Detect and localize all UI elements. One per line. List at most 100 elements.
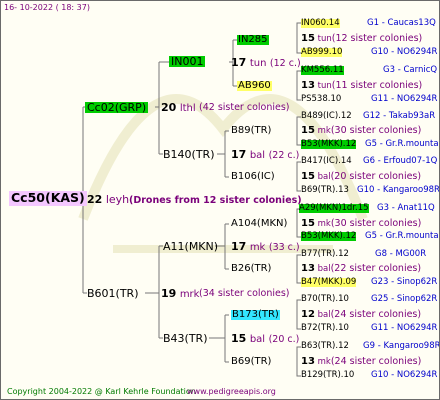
l3-colony-1: tun: [317, 81, 332, 91]
l2-sisters-3: (20 c.): [268, 334, 300, 345]
l3-mating-6: 12 bal(24 sister colonies): [301, 310, 421, 320]
l2-queen-1: B140(TR): [163, 148, 215, 161]
l4-queen-4: B489(IC).12: [301, 111, 352, 121]
copyright: Copyright 2004-2022 @ Karl Kehrle Founda…: [7, 387, 196, 396]
l2-num-1: 17: [231, 148, 247, 161]
l3-num-5: 13: [301, 263, 315, 274]
l1-colony-0: lthl: [179, 103, 196, 114]
l2-sisters-2: (33 c.): [268, 242, 300, 253]
l4-source-15: G10 - NO6294R: [371, 370, 438, 380]
l3-num-3: 15: [301, 171, 315, 182]
l3-queen-1: AB960: [237, 80, 272, 91]
l3-mating-7: 13 mk(24 sister colonies): [301, 357, 421, 367]
l3-num-0: 15: [301, 33, 315, 44]
l4-source-10: G8 - MG00R: [375, 249, 427, 259]
l4-queen-13: B72(TR).10: [301, 323, 349, 333]
l2-sisters-0: (12 c.): [269, 58, 301, 69]
l3-num-4: 15: [301, 218, 315, 229]
l3-queen-3: B106(IC): [231, 171, 275, 182]
l3-num-6: 12: [301, 309, 315, 320]
l3-colony-5: bal: [317, 264, 331, 274]
l2-queen-0: IN001: [169, 55, 206, 68]
root-num: 22: [87, 193, 103, 206]
l3-mating-4: 15 mk(30 sister colonies): [301, 219, 421, 229]
l3-colony-0: tun: [317, 34, 332, 44]
l4-source-8: G3 - Anat11Q: [377, 203, 435, 213]
l2-num-3: 15: [231, 332, 247, 345]
l4-queen-7: B69(TR).13: [301, 185, 349, 195]
l3-sisters-3: (20 sister colonies): [330, 171, 422, 182]
l2-mating-3: 15 bal (20 c.): [231, 333, 299, 345]
l2-num-2: 17: [231, 240, 247, 253]
l3-colony-6: bal: [317, 310, 331, 320]
l4-queen-11: B47(MKK).09: [301, 277, 357, 287]
root-sisters: (Drones from 12 sister colonies): [129, 195, 302, 206]
l2-mating-0: 17 tun (12 c.): [231, 57, 301, 69]
l1-sisters-1: (34 sister colonies): [199, 288, 290, 299]
date-stamp: 16- 10-2022 ( 18: 37): [4, 3, 90, 12]
l2-colony-1: bal: [249, 150, 266, 161]
l3-mating-5: 13 bal(22 sister colonies): [301, 264, 421, 274]
l3-mating-1: 13 tun(11 sister colonies): [301, 81, 422, 91]
l3-sisters-6: (24 sister colonies): [330, 309, 422, 320]
l1-sisters-0: (42 sister colonies): [199, 102, 290, 113]
l2-num-0: 17: [231, 56, 247, 69]
l1-num-0: 20: [161, 101, 177, 114]
l3-queen-4: A104(MKN): [231, 218, 288, 229]
l4-source-0: G1 - Caucas13Q: [367, 18, 436, 28]
l3-queen-6: B173(TR): [231, 309, 280, 320]
l1-colony-1: mrk: [179, 289, 200, 300]
l3-queen-0: IN285: [237, 34, 269, 45]
l3-colony-3: bal: [317, 172, 331, 182]
l1-queen-0: Cc02(GRP): [85, 101, 149, 114]
l3-mating-3: 15 bal(20 sister colonies): [301, 172, 421, 182]
l2-sisters-1: (22 c.): [268, 150, 300, 161]
l1-queen-1: B601(TR): [87, 287, 139, 300]
l3-sisters-2: (30 sister colonies): [330, 125, 422, 136]
l3-queen-7: B69(TR): [231, 356, 272, 367]
l4-source-12: G25 - Sinop62R: [371, 294, 438, 304]
l3-colony-2: mk: [317, 126, 331, 136]
l4-source-14: G9 - Kangaroo98R: [363, 341, 440, 351]
l4-queen-12: B70(TR).10: [301, 294, 349, 304]
l4-source-1: G10 - NO6294R: [371, 47, 438, 57]
l2-mating-2: 17 mk (33 c.): [231, 241, 300, 253]
l4-queen-0: IN060.14: [301, 18, 340, 28]
l4-source-7: G10 - Kangaroo98R: [357, 185, 440, 195]
l4-queen-15: B129(TR).10: [301, 370, 355, 380]
l3-num-1: 13: [301, 80, 315, 91]
root-mating: 22 leyh: [87, 194, 129, 205]
l4-queen-10: B77(TR).12: [301, 249, 349, 259]
root-queen: Cc50(KAS): [9, 190, 87, 206]
l3-sisters-7: (24 sister colonies): [330, 356, 422, 367]
l3-colony-7: mk: [317, 357, 331, 367]
l3-mating-2: 15 mk(30 sister colonies): [301, 126, 421, 136]
l3-queen-5: B26(TR): [231, 263, 272, 274]
l4-queen-9: B53(MKK).12: [301, 231, 357, 241]
l4-queen-1: AB999.10: [301, 47, 343, 57]
l4-queen-8: A29(MKN)1dr.15: [299, 203, 369, 213]
pedigree-chart: 16- 10-2022 ( 18: 37) Cc50(KAS) 22 leyh …: [0, 0, 440, 400]
l4-source-4: G12 - Takab93aR: [363, 111, 436, 121]
root-colony: leyh: [105, 193, 130, 206]
l1-mating-0: 20 lthl: [161, 102, 196, 114]
l2-queen-2: A11(MKN): [163, 240, 219, 253]
l4-source-9: G5 - Gr.R.mounta: [365, 231, 439, 241]
l2-mating-1: 17 bal (22 c.): [231, 149, 299, 161]
l4-queen-6: B417(IC).14: [301, 156, 352, 166]
l3-queen-2: B89(TR): [231, 125, 272, 136]
l3-colony-4: mk: [317, 219, 331, 229]
l4-queen-2: KM556.11: [301, 65, 344, 75]
l4-queen-14: B63(TR).12: [301, 341, 349, 351]
l4-source-5: G5 - Gr.R.mounta: [365, 139, 439, 149]
l1-num-1: 19: [161, 287, 177, 300]
l2-colony-3: bal: [249, 334, 266, 345]
l3-sisters-4: (30 sister colonies): [330, 218, 422, 229]
l4-source-13: G11 - NO6294R: [371, 323, 438, 333]
l4-queen-5: B53(MKK).12: [301, 139, 357, 149]
l4-source-6: G6 - Erfoud07-1Q: [363, 156, 438, 166]
site-link[interactable]: www.pedigreeapis.org: [187, 388, 276, 396]
l4-queen-3: PS538.10: [301, 94, 342, 104]
l3-sisters-0: (12 sister colonies): [331, 33, 423, 44]
l4-source-2: G3 - CarnicQ: [383, 65, 438, 75]
